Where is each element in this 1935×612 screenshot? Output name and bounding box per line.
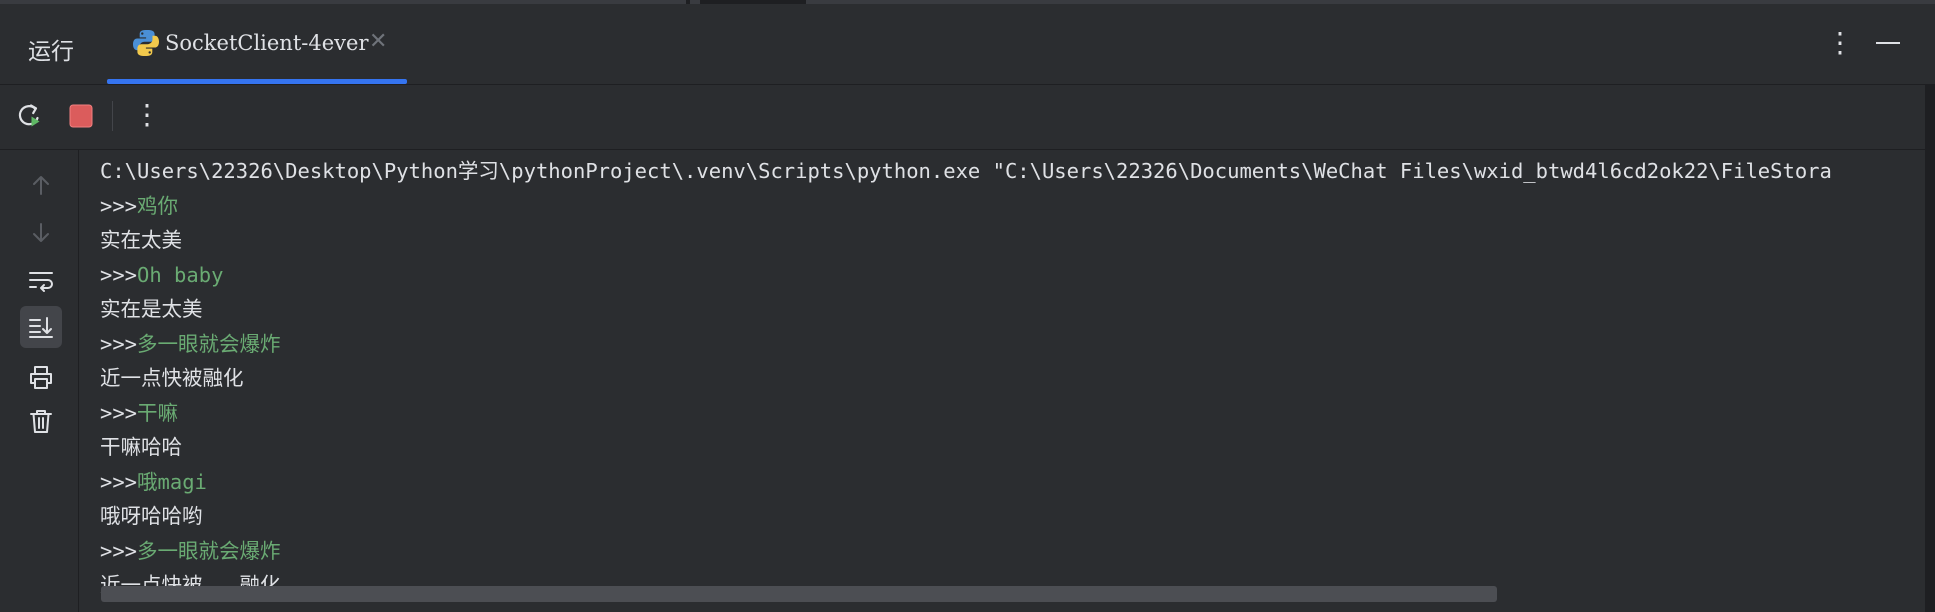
console-lines: C:\Users\22326\Desktop\Python学习\pythonPr… bbox=[100, 154, 1832, 603]
close-tab-icon[interactable]: ✕ bbox=[369, 28, 387, 56]
output-line: 哦呀哈哈哟 bbox=[100, 504, 203, 528]
input-line: >>>哦magi bbox=[100, 465, 1832, 500]
prompt-marker: >>> bbox=[100, 538, 138, 563]
input-line: >>>多一眼就会爆炸 bbox=[100, 327, 1832, 362]
user-input-text: 多一眼就会爆炸 bbox=[137, 331, 281, 356]
prompt-marker: >>> bbox=[100, 262, 138, 287]
horizontal-scrollbar[interactable] bbox=[101, 586, 1497, 602]
rerun-icon[interactable] bbox=[13, 99, 47, 133]
toolbar-separator bbox=[112, 101, 113, 131]
minimize-icon[interactable] bbox=[1876, 42, 1900, 44]
scroll-to-end-icon bbox=[29, 317, 53, 338]
run-toolbar: ⋮ bbox=[0, 85, 1935, 150]
command-line: C:\Users\22326\Desktop\Python学习\pythonPr… bbox=[100, 159, 1832, 183]
output-line: 实在是太美 bbox=[100, 297, 203, 321]
tab-bar: 运行 SocketClient-4ever ✕ ⋮ bbox=[0, 4, 1935, 85]
output-line: 实在太美 bbox=[100, 228, 182, 252]
print-button[interactable] bbox=[20, 356, 62, 398]
input-line: >>>干嘛 bbox=[100, 396, 1832, 431]
tab-socketclient[interactable]: SocketClient-4ever ✕ bbox=[107, 4, 407, 84]
console-output[interactable]: C:\Users\22326\Desktop\Python学习\pythonPr… bbox=[79, 150, 1914, 612]
window-edge bbox=[1925, 84, 1935, 612]
soft-wrap-button[interactable] bbox=[20, 260, 62, 302]
scroll-up-button[interactable] bbox=[20, 164, 62, 206]
scroll-down-icon bbox=[33, 223, 49, 242]
input-line: >>>Oh baby bbox=[100, 258, 1832, 293]
prompt-marker: >>> bbox=[100, 469, 138, 494]
clear-all-icon bbox=[30, 410, 52, 433]
scroll-down-button[interactable] bbox=[20, 212, 62, 254]
active-tab-indicator bbox=[107, 79, 407, 84]
user-input-text: 哦magi bbox=[137, 469, 207, 494]
prompt-marker: >>> bbox=[100, 331, 138, 356]
more-options-icon[interactable]: ⋮ bbox=[1826, 28, 1854, 60]
stop-icon[interactable] bbox=[64, 99, 98, 133]
input-line: >>>鸡你 bbox=[100, 189, 1832, 224]
user-input-text: 多一眼就会爆炸 bbox=[137, 538, 281, 563]
soft-wrap-icon bbox=[29, 272, 53, 292]
run-tool-window: 运行 SocketClient-4ever ✕ ⋮ ⋮ C:\Users\223… bbox=[0, 0, 1935, 612]
user-input-text: Oh baby bbox=[137, 262, 224, 287]
console-side-toolbar bbox=[0, 150, 79, 612]
scroll-up-icon bbox=[33, 176, 49, 195]
output-line: 近一点快被融化 bbox=[100, 366, 244, 390]
prompt-marker: >>> bbox=[100, 400, 138, 425]
scroll-to-end-button[interactable] bbox=[20, 306, 62, 348]
user-input-text: 鸡你 bbox=[137, 193, 179, 218]
clear-all-button[interactable] bbox=[20, 400, 62, 442]
prompt-marker: >>> bbox=[100, 193, 138, 218]
output-line: 干嘛哈哈 bbox=[100, 435, 182, 459]
user-input-text: 干嘛 bbox=[137, 400, 179, 425]
python-icon bbox=[133, 30, 159, 56]
toolbar-more-icon[interactable]: ⋮ bbox=[130, 99, 164, 133]
panel-title: 运行 bbox=[28, 39, 74, 65]
tab-label: SocketClient-4ever bbox=[165, 31, 369, 55]
print-icon bbox=[30, 366, 52, 389]
input-line: >>>多一眼就会爆炸 bbox=[100, 534, 1832, 569]
